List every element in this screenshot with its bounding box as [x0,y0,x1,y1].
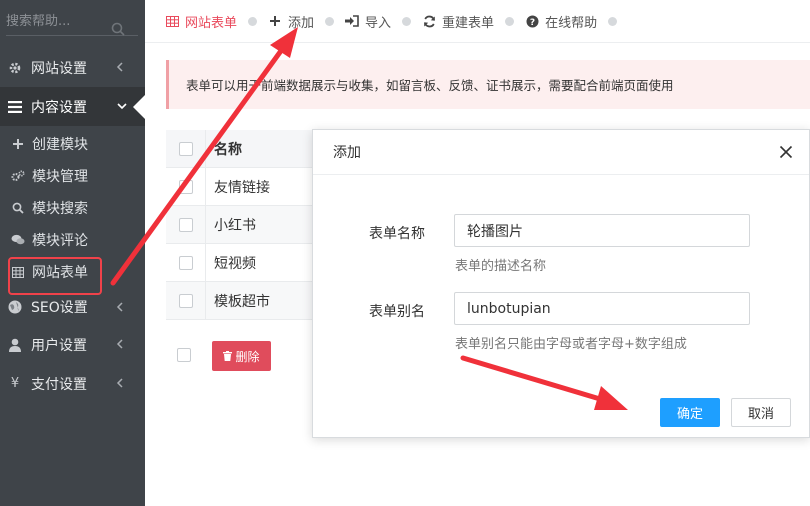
form-name-label: 表单名称 [369,226,425,242]
sidebar-item-payment-settings[interactable]: ¥ 支付设置 [0,364,145,403]
row-checkbox[interactable] [178,293,193,308]
forms-table: 名称 友情链接 小红书 短视频 模板超市 [166,130,326,320]
table-row[interactable]: 短视频 [166,244,326,282]
separator-dot [325,16,335,26]
row-name: 模板超市 [214,293,270,310]
form-alias-label: 表单别名 [369,304,425,320]
gear-icon [6,59,24,77]
header-checkbox-cell [166,130,206,167]
chevron-down-icon [117,103,127,110]
sidebar-subitem-module-search[interactable]: 模块搜索 [0,192,145,224]
sidebar-subitem-site-forms[interactable]: 网站表单 [0,256,145,295]
add-form-dialog: 添加 表单名称 表单的描述名称 表单别名 表单别名只能由字母或者字母+数字组成 … [312,129,810,438]
separator-dot [402,16,412,26]
cogs-icon [10,168,26,184]
form-alias-hint: 表单别名只能由字母或者字母+数字组成 [455,337,687,352]
sidebar-item-label: 用户设置 [31,337,87,354]
row-checkbox[interactable] [178,255,193,270]
form-name-hint: 表单的描述名称 [455,259,547,274]
plus-icon [268,14,282,28]
sidebar-item-label: 网站设置 [31,60,87,77]
sidebar-item-label: 内容设置 [31,99,87,116]
sidebar-search [0,0,145,48]
table-icon [165,14,179,28]
close-icon[interactable] [779,145,793,159]
add-button-label: 添加 [288,15,315,31]
separator-dot [248,16,258,26]
globe-icon [6,298,24,316]
column-header-name: 名称 [214,141,242,158]
sidebar-subitem-label: 模块评论 [32,233,88,249]
form-name-input[interactable] [454,214,750,247]
sidebar-subitem-label: 模块管理 [32,169,88,185]
rebuild-forms-button[interactable]: 重建表单 [422,12,494,31]
row-checkbox-cell [166,244,206,281]
table-row[interactable]: 小红书 [166,206,326,244]
yen-icon: ¥ [10,376,20,391]
plus-icon [10,136,26,152]
sidebar-subitem-label: 模块搜索 [32,201,88,217]
user-icon [6,336,24,354]
chevron-left-icon [116,62,123,72]
info-notice: 表单可以用于前端数据展示与收集，如留言板、反馈、证书展示，需要配合前端页面使用 [166,60,810,109]
search-icon[interactable] [111,22,125,36]
chevron-left-icon [116,302,123,312]
row-name: 小红书 [214,217,256,234]
tab-label: 网站表单 [185,15,238,31]
cancel-button[interactable]: 取消 [731,398,791,427]
sidebar-item-seo-settings[interactable]: SEO设置 [0,288,145,325]
import-icon [345,14,359,28]
rebuild-forms-label: 重建表单 [442,15,495,31]
chevron-left-icon [116,339,123,349]
online-help-label: 在线帮助 [545,15,598,31]
confirm-button[interactable]: 确定 [660,398,720,427]
tab-site-forms[interactable]: 网站表单 [165,12,237,31]
toolbar: 网站表单 添加 导入 重建表单 ? 在线帮助 [145,0,810,43]
import-button-label: 导入 [365,15,392,31]
row-checkbox-cell [166,168,206,205]
notice-text: 表单可以用于前端数据展示与收集，如留言板、反馈、证书展示，需要配合前端页面使用 [186,78,674,93]
sidebar-subitem-label: 创建模块 [32,137,88,153]
refresh-icon [422,14,436,28]
import-button[interactable]: 导入 [345,12,391,31]
row-name: 友情链接 [214,179,270,196]
row-checkbox-cell [166,206,206,243]
menu-icon [6,98,24,116]
sidebar-subitem-module-manage[interactable]: 模块管理 [0,160,145,192]
help-icon: ? [525,14,539,28]
table-row[interactable]: 模板超市 [166,282,326,320]
online-help-button[interactable]: ? 在线帮助 [525,12,597,31]
separator-dot [608,16,618,26]
sidebar-subitem-module-comments[interactable]: 模块评论 [0,224,145,256]
sidebar-item-label: 支付设置 [31,376,87,393]
sidebar: 网站设置 内容设置 创建模块 模块管理 模块搜索 模块评论 [0,0,145,506]
sidebar-item-user-settings[interactable]: 用户设置 [0,325,145,364]
sidebar-subitem-create-module[interactable]: 创建模块 [0,128,145,160]
add-button[interactable]: 添加 [268,12,314,31]
dialog-header: 添加 [313,130,809,175]
row-name: 短视频 [214,255,256,272]
row-checkbox[interactable] [178,217,193,232]
search-icon [10,200,26,216]
sidebar-item-label: SEO设置 [31,299,88,316]
separator-dot [505,16,515,26]
sidebar-item-content-settings[interactable]: 内容设置 [0,87,145,126]
row-checkbox[interactable] [178,179,193,194]
table-row[interactable]: 友情链接 [166,168,326,206]
trash-icon [223,351,233,361]
svg-text:?: ? [529,18,534,28]
delete-button-label: 删除 [235,349,260,364]
dialog-title: 添加 [333,145,361,161]
bulk-select-checkbox[interactable] [177,348,191,362]
comments-icon [10,232,26,248]
chevron-left-icon [116,378,123,388]
delete-button[interactable]: 删除 [212,341,271,371]
form-alias-input[interactable] [454,292,750,325]
sidebar-item-site-settings[interactable]: 网站设置 [0,48,145,87]
row-checkbox-cell [166,282,206,319]
select-all-checkbox[interactable] [178,141,193,156]
table-header-row: 名称 [166,130,326,168]
